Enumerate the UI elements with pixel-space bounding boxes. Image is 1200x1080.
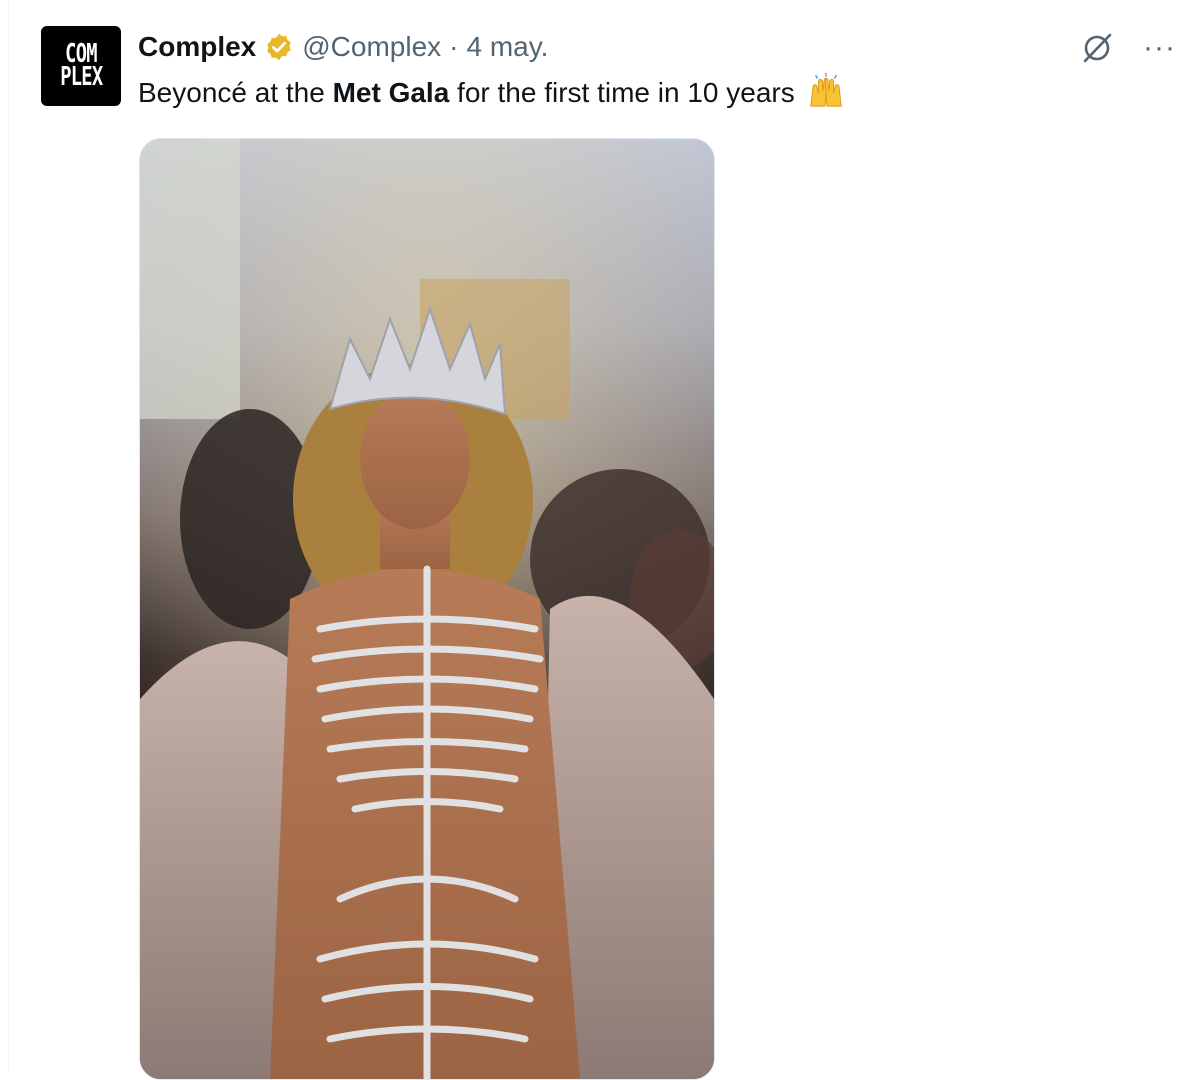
avatar-line-2: PLEX [59,62,103,92]
tweet-text-part-1: Beyoncé at the [138,77,333,108]
raising-hands-icon [809,72,842,107]
verified-badge-icon [267,33,291,61]
avatar[interactable]: COM PLEX [41,26,121,106]
author-name[interactable]: Complex [138,31,256,63]
tweet-text-bold: Met Gala [332,77,450,108]
photo-illustration [140,139,714,1079]
tweet-header: Complex @Complex · 4 may. [138,28,548,66]
grok-icon[interactable] [1079,30,1115,66]
separator-dot: · [449,31,459,62]
more-options-icon[interactable]: ··· [1143,33,1176,63]
tweet-date[interactable]: 4 may. [466,31,548,63]
author-handle[interactable]: @Complex [302,31,441,63]
tweet-actions-top: ··· [1079,30,1176,66]
tweet-text: Beyoncé at the Met Gala for the first ti… [138,72,845,109]
tweet-text-part-2: for the first time in 10 years [449,77,795,108]
tweet-photo[interactable] [139,138,715,1080]
